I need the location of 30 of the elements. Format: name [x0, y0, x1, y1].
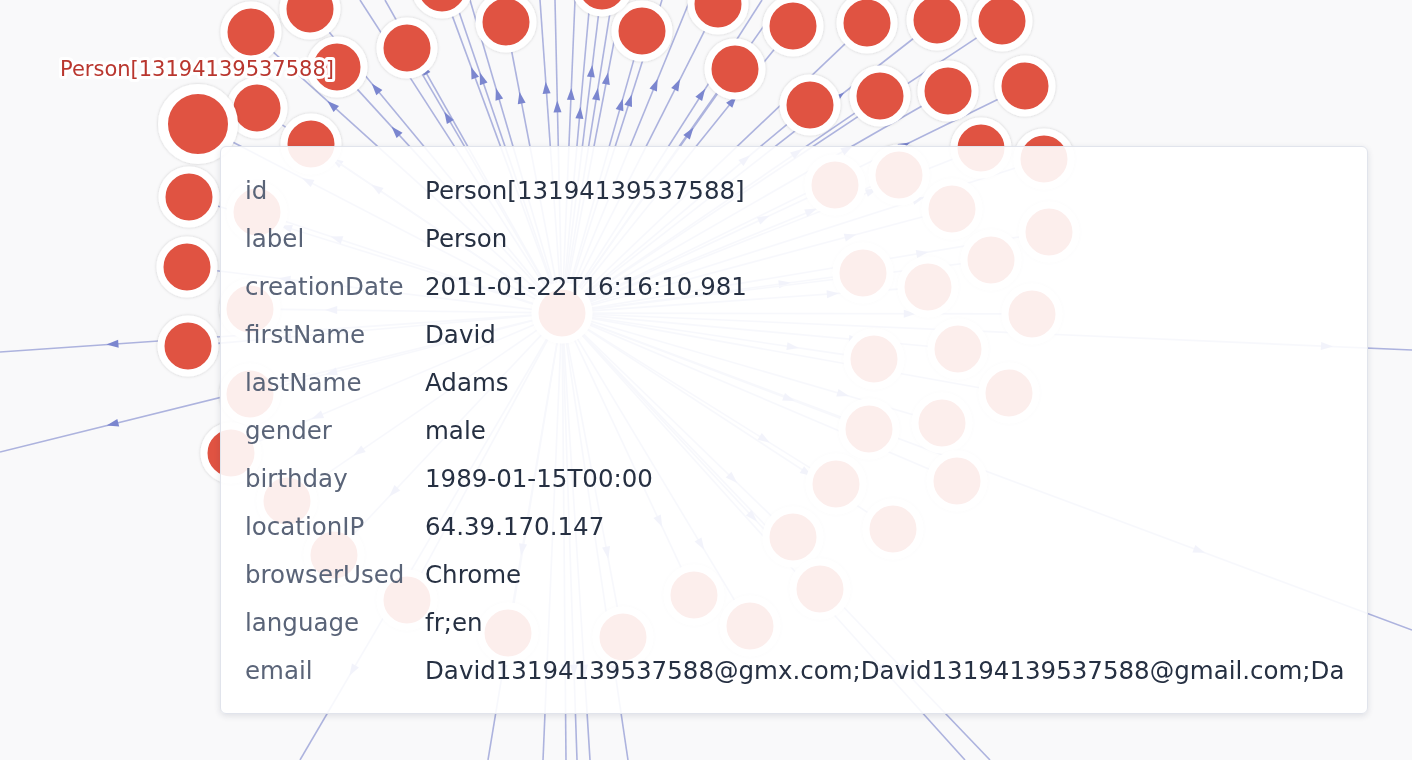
graph-node	[994, 55, 1056, 117]
property-key: lastName	[245, 367, 362, 397]
property-key: browserUsed	[245, 559, 405, 589]
property-key: label	[245, 223, 305, 253]
graph-node	[704, 38, 766, 100]
graph-node	[779, 74, 841, 136]
property-value: 2011-01-22T16:16:10.981	[425, 271, 747, 301]
graph-node	[917, 60, 979, 122]
property-key: gender	[245, 415, 332, 445]
property-key: firstName	[245, 319, 366, 349]
property-key: locationIP	[245, 511, 365, 541]
property-value: 64.39.170.147	[425, 511, 605, 541]
property-value: David	[425, 319, 496, 349]
property-key: language	[245, 607, 360, 637]
property-key: birthday	[245, 463, 348, 493]
graph-node	[156, 236, 218, 298]
property-key: id	[245, 175, 268, 205]
property-value: Adams	[425, 367, 509, 397]
property-value: Person[13194139537588]	[425, 175, 745, 205]
property-key: email	[245, 655, 313, 685]
property-value: Chrome	[425, 559, 522, 589]
property-value: Person	[425, 223, 508, 253]
property-value: fr;en	[425, 607, 483, 637]
property-key: creationDate	[245, 271, 404, 301]
property-value: David13194139537588@gmx.com;David13194139537588@gmail.com;Da	[425, 655, 1345, 685]
graph-node	[849, 65, 911, 127]
graph-node	[226, 77, 288, 139]
property-value: 1989-01-15T00:00	[425, 463, 653, 493]
property-value: male	[425, 415, 486, 445]
graph-node	[157, 315, 219, 377]
